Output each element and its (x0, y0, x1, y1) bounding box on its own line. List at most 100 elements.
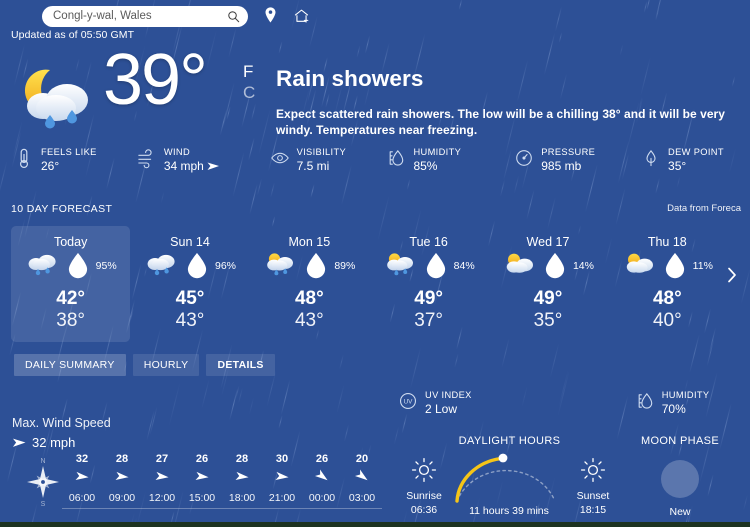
moon-new-icon (661, 460, 699, 498)
unit-fahrenheit[interactable]: F (243, 62, 255, 82)
top-bar: Congl-y-wal, Wales (0, 0, 750, 28)
wind-hour-direction (354, 467, 370, 487)
uv-index-icon: UV (400, 393, 416, 409)
search-input-value: Congl-y-wal, Wales (53, 9, 152, 22)
bottom-strip (0, 522, 750, 527)
sun-rain-cloud-icon (263, 251, 297, 282)
rain-cloud-icon (25, 251, 59, 282)
forecast-low-temp: 43° (294, 310, 324, 331)
forecast-icon-row: 89% (263, 252, 355, 280)
precip-drop-icon (426, 253, 445, 279)
forecast-precip: 14% (538, 253, 594, 279)
forecast-day-card[interactable]: Thu 18 11% 48° 40° (608, 226, 727, 342)
thermometer-icon (19, 148, 29, 169)
location-pin-icon[interactable] (262, 6, 279, 26)
forecast-day-card[interactable]: Sun 14 96% 45° 43° (130, 226, 249, 342)
eye-icon (270, 152, 289, 164)
daylight-duration: 11 hours 39 mins (469, 505, 549, 517)
forecast-day-card[interactable]: Tue 16 84% 49° 37° (369, 226, 488, 342)
tab-details[interactable]: DETAILS (206, 354, 275, 376)
metric-visibility: VISIBILITY 7.5 mi (270, 146, 387, 186)
current-conditions: 39° F C Rain showers Expect scattered ra… (0, 44, 750, 142)
wind-hour-value: 28 (115, 453, 129, 465)
forecast-high-temp: 42° (56, 288, 86, 309)
sun-cloud-icon (502, 251, 536, 282)
forecast-day-card[interactable]: Today 95% 42° 38° (11, 226, 131, 342)
moon-phase-title: MOON PHASE (640, 435, 720, 447)
current-temperature: 39° (103, 40, 208, 120)
wind-hour-column: 28 18:00 (222, 452, 262, 506)
wind-hour-time: 12:00 (148, 492, 176, 504)
wind-direction-arrow-icon (275, 471, 289, 480)
forecast-high-temp: 48° (294, 288, 324, 309)
wind-hour-time: 18:00 (228, 492, 256, 504)
compass-north-label: N (40, 458, 45, 465)
metric-dew-point: DEW POINT 35° (641, 146, 750, 186)
wind-hour-column: 26 15:00 (182, 452, 222, 506)
metric-label: PRESSURE (541, 147, 596, 157)
chevron-right-icon[interactable] (723, 262, 741, 288)
precip-drop-icon (545, 253, 565, 279)
add-home-icon[interactable] (293, 6, 310, 26)
wind-hourly-grid: 32 06:00 28 09:00 27 12:00 26 15:00 28 1… (62, 452, 382, 506)
wind-hour-value: 32 (75, 453, 89, 465)
wind-max-value: 32 mph (32, 435, 76, 450)
metric-value: 35° (668, 159, 687, 173)
forecast-icon-row: 11% (622, 252, 713, 280)
dew-point-icon (646, 150, 656, 167)
forecast-precip-value: 14% (572, 260, 594, 272)
metric-value-text: 34 mph (163, 159, 204, 173)
forecast-low-temp: 43° (175, 310, 205, 331)
forecast-day-card[interactable]: Wed 17 14% 49° 35° (488, 226, 607, 342)
forecast-low-temp: 40° (652, 310, 682, 331)
forecast-icon-row: 96% (144, 252, 236, 280)
sun-icon (411, 457, 437, 483)
forecast-precip: 96% (180, 253, 236, 279)
metric-label: DEW POINT (668, 147, 724, 157)
condition-description: Expect scattered rain showers. The low w… (276, 107, 725, 137)
wind-direction-arrow-icon (75, 471, 89, 480)
precip-drop-icon (68, 253, 87, 279)
forecast-day-label: Today (53, 235, 88, 249)
forecast-precip-value: 95% (95, 260, 117, 272)
wind-hour-value: 27 (155, 453, 169, 465)
metric-label: HUMIDITY (413, 147, 462, 157)
moon-phase-name: New (669, 506, 691, 518)
sunrise-label: Sunrise (406, 490, 442, 502)
tab-hourly[interactable]: HOURLY (132, 354, 200, 376)
forecast-heading: 10 DAY FORECAST (11, 203, 113, 215)
precip-drop-icon (187, 253, 207, 279)
forecast-precip: 84% (419, 253, 475, 279)
sunset-label: Sunset (576, 490, 610, 502)
unit-toggle[interactable]: F C (243, 62, 255, 103)
forecast-high-temp: 45° (175, 288, 205, 309)
wind-hour-column: 20 03:00 (342, 452, 382, 506)
search-icon[interactable] (227, 10, 240, 23)
wind-direction-arrow-icon (155, 471, 169, 480)
wind-icon (138, 149, 152, 169)
metric-value: 34 mph (164, 158, 220, 174)
daylight-hours-panel: DAYLIGHT HOURS Sunrise 06:36 Sunset 18:1… (395, 435, 620, 517)
wind-speed-panel: Max. Wind Speed 32 mph N S 32 06:00 28 0… (12, 416, 382, 509)
precip-drop-icon (665, 253, 684, 279)
forecast-source: Data from Foreca (667, 203, 741, 214)
wind-hour-value: 30 (275, 453, 289, 465)
metric-humidity: HUMIDITY 85% (386, 146, 514, 186)
wind-direction-arrow-icon (195, 471, 209, 480)
unit-celsius[interactable]: C (243, 83, 255, 103)
wind-direction-arrow-icon (207, 162, 219, 170)
metric-value: 70% (661, 402, 686, 416)
tab-daily-summary[interactable]: DAILY SUMMARY (14, 354, 126, 376)
wind-hour-value: 26 (195, 453, 209, 465)
metric-value: 85% (413, 159, 438, 173)
forecast-high-temp: 48° (652, 288, 682, 309)
humidity-drop-icon (638, 393, 652, 409)
metric-label: UV INDEX (425, 390, 472, 400)
metric-pressure: PRESSURE 985 mb (514, 146, 641, 186)
humidity-drop-icon (390, 150, 404, 166)
forecast-day-card[interactable]: Mon 15 89% 48° 43° (250, 226, 369, 342)
search-input[interactable]: Congl-y-wal, Wales (42, 5, 248, 27)
daylight-arc (455, 453, 555, 503)
forecast-day-label: Sun 14 (170, 235, 210, 249)
wind-direction-arrow-icon (235, 471, 249, 480)
